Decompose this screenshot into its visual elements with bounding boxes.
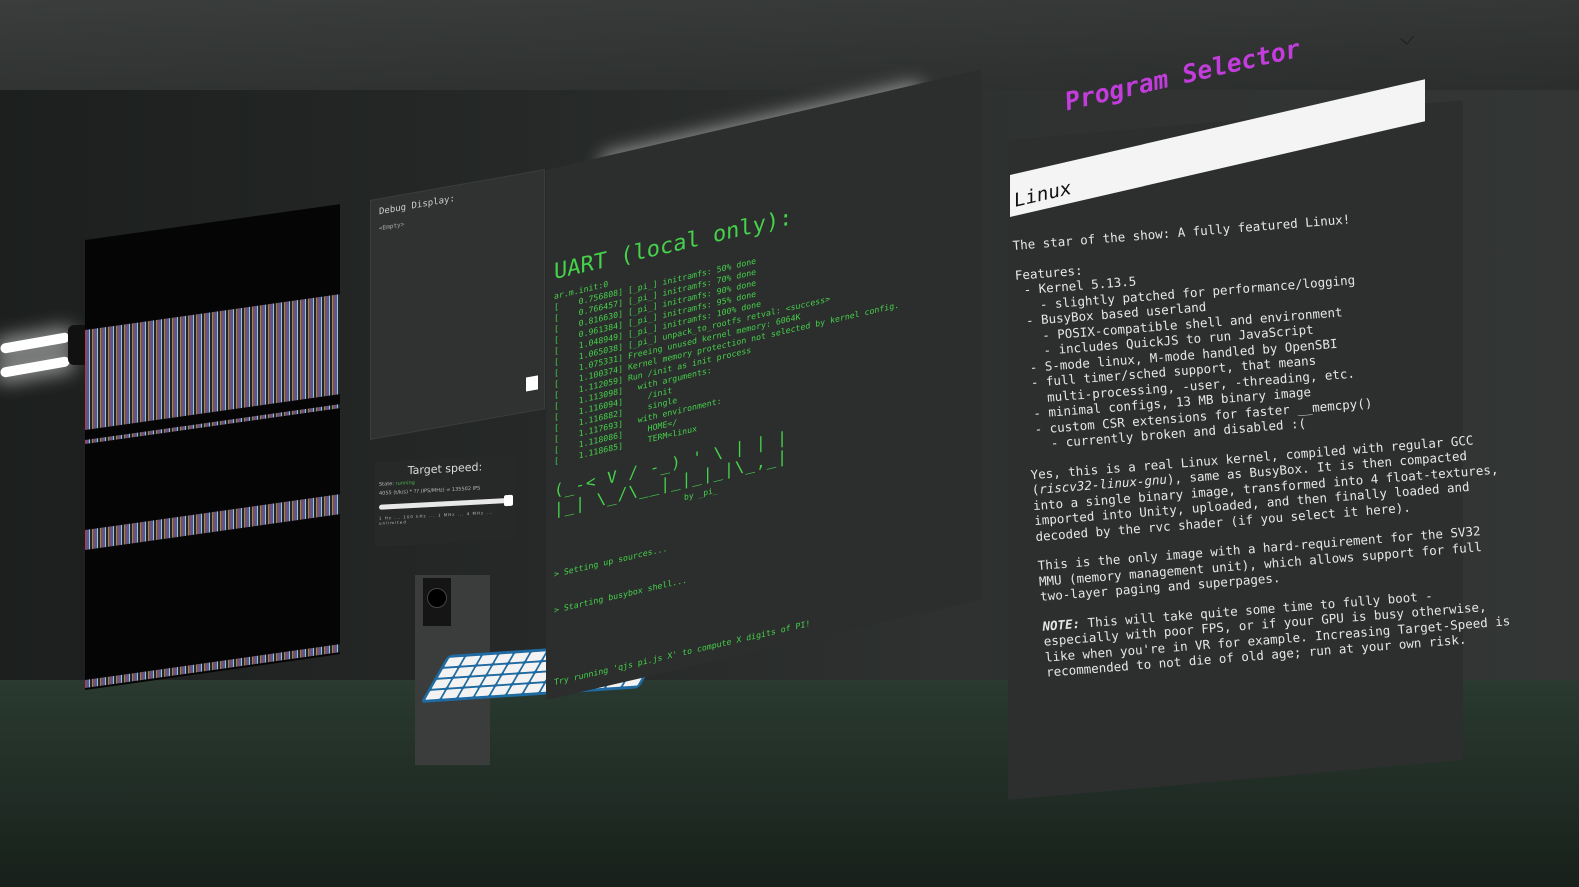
program-description: The star of the show: A fully featured L… <box>1012 201 1516 694</box>
slider-thumb[interactable] <box>504 494 513 507</box>
noise-band <box>85 494 340 550</box>
chevron-down-icon[interactable]: ⌵ <box>1399 19 1415 53</box>
framebuffer-display <box>85 204 340 690</box>
state-label: State: <box>379 481 394 488</box>
slider-marks: 1 Hz ... 100 kHz ... 1 MHz ... 4 MHz ...… <box>379 509 494 526</box>
debug-display: Debug Display: <Empty> <box>370 169 545 441</box>
state-value: running <box>395 479 415 487</box>
target-speed-slider[interactable] <box>379 494 513 510</box>
debug-cursor <box>526 375 538 392</box>
program-features: Features: - Kernel 5.13.5 - slightly pat… <box>1014 262 1373 453</box>
uart-terminal[interactable]: UART (local only): ar.m.init:0[ 0.756808… <box>546 69 981 701</box>
target-speed-panel: Target speed: State: running 4055 (t/k/s… <box>375 454 515 547</box>
power-button-icon[interactable] <box>427 588 447 608</box>
vr-scene: Debug Display: <Empty> Target speed: Sta… <box>0 0 1579 887</box>
